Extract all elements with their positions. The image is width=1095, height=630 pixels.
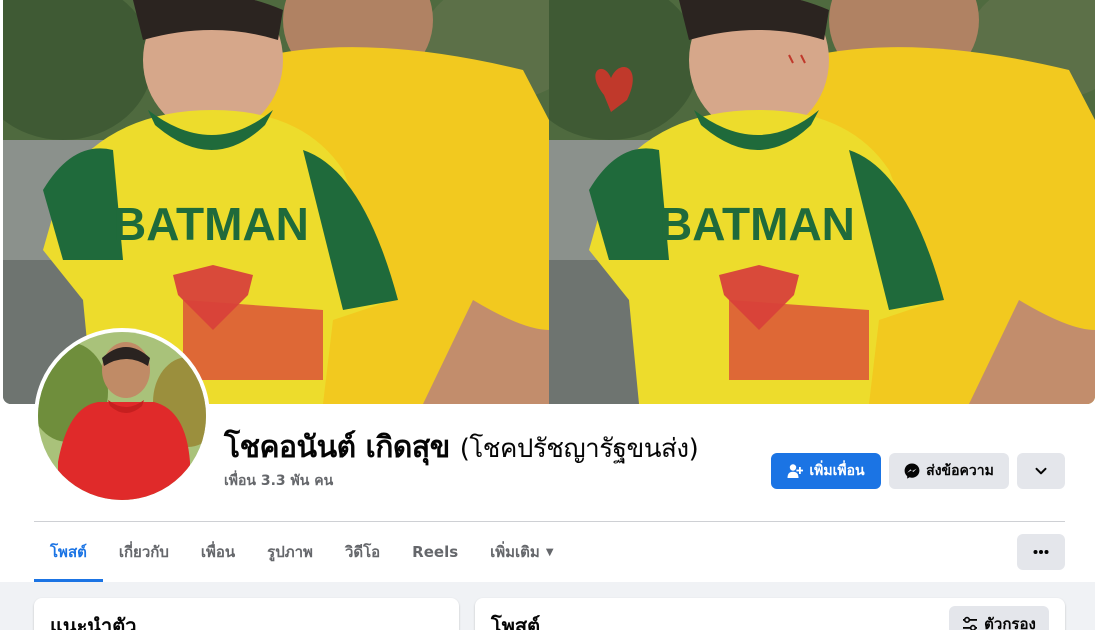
add-friend-label: เพิ่มเพื่อน <box>809 463 865 479</box>
tab-posts[interactable]: โพสต์ <box>34 522 103 582</box>
message-button[interactable]: ส่งข้อความ <box>889 453 1009 489</box>
tab-videos[interactable]: วิดีโอ <box>329 522 396 582</box>
add-friend-button[interactable]: เพิ่มเพื่อน <box>771 453 881 489</box>
profile-tabs: โพสต์ เกี่ยวกับ เพื่อน รูปภาพ วิดีโอ Ree… <box>34 522 570 582</box>
filter-button[interactable]: ตัวกรอง <box>949 606 1049 630</box>
profile-name-main: โชคอนันต์ เกิดสุข <box>224 430 450 465</box>
profile-page: BATMAN BATMAN โชคอนันต์ เกิดสุข (โชคปรัช… <box>0 0 1095 630</box>
intro-card: แนะนำตัว <box>34 598 459 630</box>
friend-count-link[interactable]: เพื่อน 3.3 พัน คน <box>224 470 333 492</box>
more-horizontal-icon <box>1033 550 1049 554</box>
svg-text:BATMAN: BATMAN <box>113 198 309 250</box>
person-plus-icon <box>787 464 804 478</box>
profile-header: BATMAN BATMAN โชคอนันต์ เกิดสุข (โชคปรัช… <box>0 0 1095 582</box>
tab-reels[interactable]: Reels <box>396 522 474 582</box>
messenger-icon <box>904 463 920 479</box>
chevron-down-icon <box>1035 467 1047 475</box>
tab-friends-label: เพื่อน <box>200 543 236 561</box>
tab-posts-label: โพสต์ <box>50 543 87 561</box>
tab-friends[interactable]: เพื่อน <box>185 522 251 582</box>
tab-photos-label: รูปภาพ <box>267 543 313 561</box>
tab-about[interactable]: เกี่ยวกับ <box>103 522 185 582</box>
profile-name: โชคอนันต์ เกิดสุข (โชคปรัชญารัฐขนส่ง) <box>224 424 699 471</box>
tab-videos-label: วิดีโอ <box>344 543 381 561</box>
posts-card: โพสต์ ตัวกรอง <box>475 598 1065 630</box>
cover-photo-right: BATMAN <box>549 0 1095 404</box>
message-label: ส่งข้อความ <box>926 463 994 479</box>
tab-more[interactable]: เพิ่มเติม ▼ <box>474 522 569 582</box>
filter-label: ตัวกรอง <box>984 615 1036 630</box>
sliders-icon <box>963 616 978 630</box>
intro-title: แนะนำตัว <box>50 614 137 630</box>
profile-avatar[interactable] <box>34 328 210 504</box>
avatar-photo <box>38 332 206 500</box>
profile-options-dropdown[interactable] <box>1017 453 1065 489</box>
more-options-button[interactable] <box>1017 534 1065 570</box>
caret-down-icon: ▼ <box>545 546 554 558</box>
tab-more-label: เพิ่มเติม <box>490 543 540 561</box>
posts-title: โพสต์ <box>491 614 541 630</box>
svg-text:BATMAN: BATMAN <box>659 198 855 250</box>
tab-about-label: เกี่ยวกับ <box>118 543 169 561</box>
tab-reels-label: Reels <box>412 543 459 561</box>
profile-alternate-name: (โชคปรัชญารัฐขนส่ง) <box>459 434 699 464</box>
tab-photos[interactable]: รูปภาพ <box>251 522 329 582</box>
